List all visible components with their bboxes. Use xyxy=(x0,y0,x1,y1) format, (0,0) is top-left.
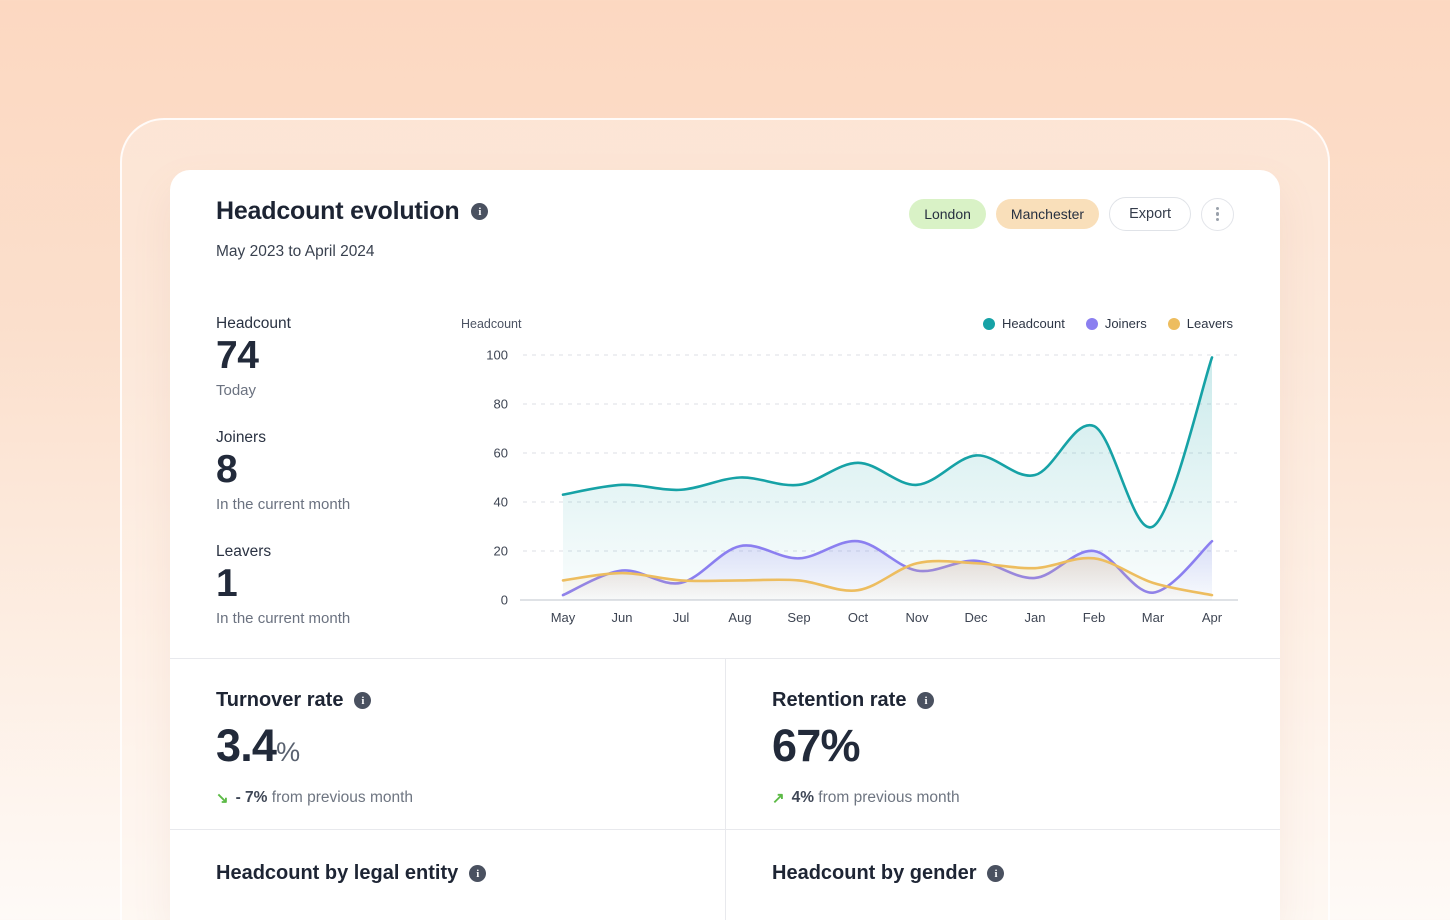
stat-label: Joiners xyxy=(216,427,446,448)
leavers-series-dot xyxy=(1168,318,1180,330)
dashboard-stage: Headcount evolution i May 2023 to April … xyxy=(0,0,1450,920)
kebab-menu-button[interactable] xyxy=(1201,198,1234,231)
svg-text:80: 80 xyxy=(494,397,508,412)
metric-title: Retention rate xyxy=(772,689,906,712)
headcount-evolution-card: Headcount evolution i May 2023 to April … xyxy=(170,170,1280,920)
svg-text:60: 60 xyxy=(494,446,508,461)
svg-text:May: May xyxy=(551,610,576,625)
page-title: Headcount evolution xyxy=(216,197,459,226)
svg-text:Jun: Jun xyxy=(612,610,633,625)
turnover-rate-card: Turnover rate i 3.4% ↘ - 7% from previou… xyxy=(216,689,676,807)
svg-text:100: 100 xyxy=(486,348,508,363)
header-controls: London Manchester Export xyxy=(909,197,1234,231)
headcount-by-legal-entity-card: Headcount by legal entity i xyxy=(216,862,486,885)
headcount-by-gender-card: Headcount by gender i xyxy=(772,862,1004,885)
svg-text:0: 0 xyxy=(501,593,508,608)
stats-column: Headcount 74 Today Joiners 8 In the curr… xyxy=(216,313,446,655)
svg-text:40: 40 xyxy=(494,495,508,510)
svg-text:Nov: Nov xyxy=(905,610,929,625)
retention-rate-card: Retention rate i 67% ↗ 4% from previous … xyxy=(772,689,1232,807)
stat-joiners: Joiners 8 In the current month xyxy=(216,427,446,515)
svg-text:Sep: Sep xyxy=(787,610,810,625)
stat-label: Headcount xyxy=(216,313,446,334)
stat-label: Leavers xyxy=(216,541,446,562)
stat-caption: In the current month xyxy=(216,494,446,515)
legend-item-joiners[interactable]: Joiners xyxy=(1086,316,1147,331)
svg-text:Jul: Jul xyxy=(673,610,690,625)
stat-value: 74 xyxy=(216,334,446,378)
info-icon[interactable]: i xyxy=(469,865,486,882)
filter-chip-london[interactable]: London xyxy=(909,199,986,229)
area-chart-svg[interactable]: 0 20 40 60 80 100 May Jun Jul Aug Sep Oct Nov Dec Jan F… xyxy=(470,345,1250,635)
turnover-trend: ↘ - 7% from previous month xyxy=(216,789,676,807)
svg-text:20: 20 xyxy=(494,544,508,559)
export-button[interactable]: Export xyxy=(1109,197,1191,231)
trend-down-arrow-icon: ↘ xyxy=(216,789,229,807)
section-title: Headcount by gender xyxy=(772,862,976,885)
legend-item-headcount[interactable]: Headcount xyxy=(983,316,1065,331)
y-axis-title: Headcount xyxy=(461,317,521,331)
stat-caption: Today xyxy=(216,380,446,401)
svg-text:Apr: Apr xyxy=(1202,610,1223,625)
turnover-rate-value: 3.4% xyxy=(216,721,676,777)
info-icon[interactable]: i xyxy=(354,692,371,709)
date-range-subtitle: May 2023 to April 2024 xyxy=(216,243,375,261)
svg-text:Jan: Jan xyxy=(1025,610,1046,625)
stat-leavers: Leavers 1 In the current month xyxy=(216,541,446,629)
svg-text:Aug: Aug xyxy=(728,610,751,625)
svg-text:Feb: Feb xyxy=(1083,610,1105,625)
stat-value: 8 xyxy=(216,448,446,492)
retention-rate-value: 67% xyxy=(772,721,1232,777)
headcount-series-dot xyxy=(983,318,995,330)
info-icon[interactable]: i xyxy=(471,203,488,220)
trend-up-arrow-icon: ↗ xyxy=(772,789,785,807)
info-icon[interactable]: i xyxy=(917,692,934,709)
retention-trend: ↗ 4% from previous month xyxy=(772,789,1232,807)
stat-headcount: Headcount 74 Today xyxy=(216,313,446,401)
divider xyxy=(725,658,726,829)
headcount-evolution-chart[interactable]: 0 20 40 60 80 100 May Jun Jul Aug Sep Oct Nov Dec Jan F… xyxy=(470,345,1250,635)
metric-title: Turnover rate xyxy=(216,689,343,712)
stat-value: 1 xyxy=(216,562,446,606)
joiners-series-dot xyxy=(1086,318,1098,330)
divider xyxy=(725,829,726,920)
stat-caption: In the current month xyxy=(216,608,446,629)
svg-text:Oct: Oct xyxy=(848,610,869,625)
svg-text:Dec: Dec xyxy=(964,610,988,625)
info-icon[interactable]: i xyxy=(987,865,1004,882)
legend-item-leavers[interactable]: Leavers xyxy=(1168,316,1233,331)
section-title: Headcount by legal entity xyxy=(216,862,458,885)
filter-chip-manchester[interactable]: Manchester xyxy=(996,199,1099,229)
chart-legend: Headcount Joiners Leavers xyxy=(983,316,1233,331)
svg-text:Mar: Mar xyxy=(1142,610,1165,625)
